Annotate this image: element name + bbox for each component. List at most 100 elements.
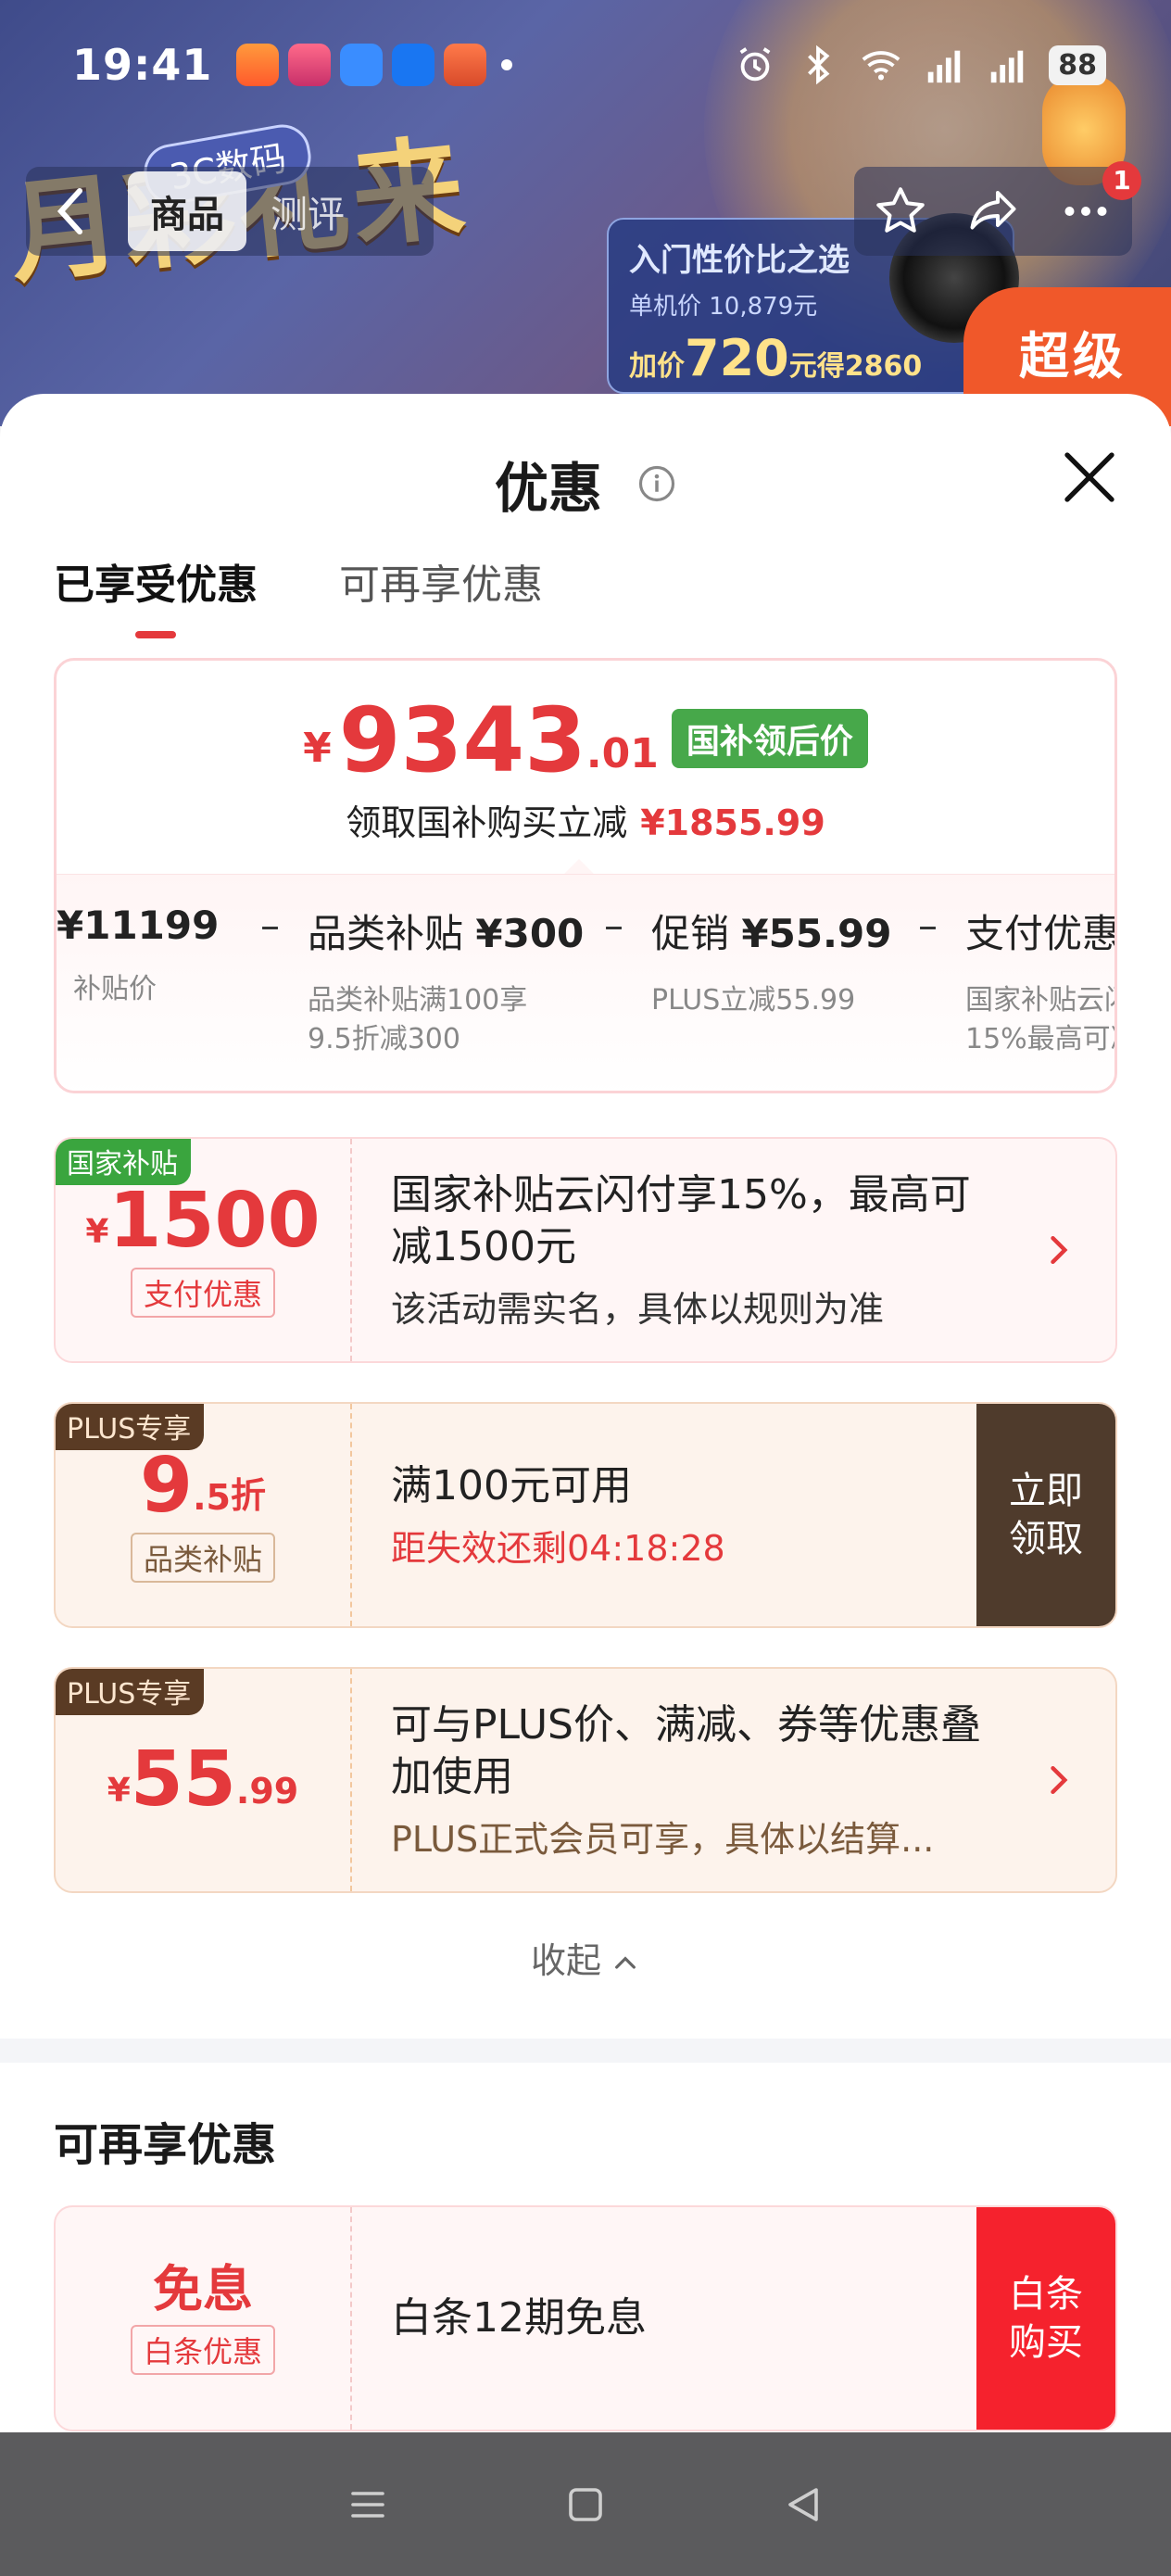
price-reduction-line: 领取国补购买立减 ¥1855.99 (57, 794, 1114, 845)
coupon-details: 满100元可用 距失效还剩04:18:28 (391, 1404, 958, 1626)
more-notifications-dot (501, 59, 513, 70)
section-divider (0, 2039, 1171, 2063)
chevron-right-icon[interactable] (1038, 1760, 1078, 1800)
minus-sign: – (260, 903, 280, 948)
price-summary-top: ¥ 9343 .01 国补领后价 领取国补购买立减 ¥1855.99 (57, 661, 1114, 874)
breakdown-sub: 品类补贴满100享9.5折减300 (308, 984, 528, 1055)
tab-more-discounts[interactable]: 可再享优惠 (339, 551, 543, 611)
sheet-title-text: 优惠 (494, 457, 602, 520)
discount-tabs: 已享受优惠 可再享优惠 (54, 551, 543, 638)
coupon-left: 免息 白条优惠 (56, 2207, 352, 2430)
coupon-amount: 9.5 折 (140, 1442, 266, 1530)
breakdown-item-category: 品类补贴 ¥300 品类补贴满100享9.5折减300 (308, 903, 585, 1059)
coupon-countdown: 距失效还剩04:18:28 (391, 1527, 725, 1569)
final-price: ¥ 9343 .01 国补领后价 (57, 696, 1114, 785)
coupon-title: 可与PLUS价、满减、券等优惠叠加使用 (391, 1700, 981, 1800)
breakdown-sub: 国家补贴云闪付享15%最高可减1500 (965, 984, 1114, 1055)
info-icon[interactable] (637, 464, 676, 503)
coupon-details: 国家补贴云闪付享15%，最高可减1500元 该活动需实名，具体以规则为准 (391, 1139, 1004, 1361)
coupon-title: 国家补贴云闪付享15%，最高可减1500元 (391, 1170, 971, 1270)
price-integer: 9343 (338, 688, 586, 792)
battery-level: 88 (1049, 44, 1106, 85)
home-square-icon[interactable] (563, 2482, 608, 2527)
breakdown-sub: PLUS立减55.99 (651, 984, 856, 1017)
coupon-left: ¥55.99 (56, 1669, 352, 1891)
chevron-up-icon (615, 1955, 636, 1969)
chevron-right-icon[interactable] (1038, 1230, 1078, 1270)
coupon-details: 白条12期免息 (391, 2207, 958, 2430)
cloud-app-icon (340, 44, 384, 86)
price-tag-badge: 国补领后价 (671, 709, 868, 768)
coupon-type-label: 支付优惠 (130, 1268, 275, 1318)
system-navigation-bar (0, 2432, 1171, 2576)
notification-app-icons (236, 44, 487, 86)
coupon-title: 满100元可用 (391, 1461, 632, 1509)
game-app-icon (288, 44, 332, 86)
coupon-type-label: 品类补贴 (130, 1533, 275, 1583)
nav-left-group: 商品 测评 (26, 167, 434, 256)
video-app-icon (236, 44, 280, 86)
signal-icon-2 (991, 50, 1024, 83)
tab-review[interactable]: 测评 (271, 184, 345, 238)
breakdown-item-subsidy-price: ¥11199 补贴价 (57, 903, 233, 1009)
breakdown-sub: 补贴价 (73, 973, 157, 1005)
banner-camera-line3-suffix: 元得2860 (788, 350, 923, 383)
more-discounts-title: 可再享优惠 (54, 2119, 277, 2171)
banner-camera-line3-prefix: 加价 (629, 350, 685, 383)
coupon-amount: ¥55.99 (107, 1736, 299, 1824)
back-triangle-icon[interactable] (781, 2482, 825, 2527)
share-icon[interactable] (965, 183, 1021, 239)
price-reduction-amount: ¥1855.99 (640, 802, 825, 843)
coupon-plus-discount[interactable]: PLUS专享 ¥55.99 可与PLUS价、满减、券等优惠叠加使用 PLUS正式… (54, 1667, 1117, 1893)
coupon-national-subsidy[interactable]: 国家补贴 ¥1500 支付优惠 国家补贴云闪付享15%，最高可减1500元 该活… (54, 1137, 1117, 1363)
banner-camera-line3-big: 720 (685, 329, 789, 387)
collapse-label: 收起 (530, 1940, 601, 1981)
price-currency: ¥ (303, 725, 332, 772)
price-summary-card: ¥ 9343 .01 国补领后价 领取国补购买立减 ¥1855.99 ¥11199… (54, 658, 1117, 1093)
breakdown-value: 品类补贴 ¥300 (308, 911, 585, 956)
alarm-icon (739, 47, 771, 82)
breakdown-value: 支付优惠 (965, 911, 1117, 956)
baitiao-buy-button[interactable]: 白条 购买 (976, 2207, 1115, 2430)
chevron-left-icon (57, 188, 82, 234)
breakdown-item-promotion: 促销 ¥55.99 PLUS立减55.99 (651, 903, 892, 1020)
back-button[interactable] (26, 167, 115, 256)
product-navbar: 商品 测评 1 (26, 161, 1141, 256)
sheet-title: 优惠 (0, 445, 1171, 523)
price-decimal: .01 (586, 730, 659, 777)
claim-now-button[interactable]: 立即 领取 (976, 1404, 1115, 1626)
breakdown-row: ¥11199 补贴价 – 品类补贴 ¥300 品类补贴满100享9.5折减300… (57, 903, 1117, 1059)
menu-icon[interactable] (346, 2482, 390, 2527)
flag-app-icon (392, 44, 435, 86)
coupon-left: ¥1500 支付优惠 (56, 1139, 352, 1361)
breakdown-value: 促销 ¥55.99 (651, 911, 892, 956)
coupon-left: 9.5 折 品类补贴 (56, 1404, 352, 1626)
coupon-title: 白条12期免息 (391, 2294, 647, 2342)
tab-enjoyed-discounts[interactable]: 已享受优惠 (54, 551, 258, 638)
star-favorite-icon[interactable] (873, 183, 928, 239)
coupon-amount: 免息 (153, 2260, 253, 2318)
coupon-type-label: 白条优惠 (130, 2325, 275, 2375)
discount-sheet: 优惠 已享受优惠 可再享优惠 ¥ 9343 .01 国补领后价 领取国补购买立减… (0, 394, 1171, 2451)
minus-sign: – (918, 903, 938, 948)
dog-app-icon (444, 44, 487, 86)
breakdown-item-payment: 支付优惠 国家补贴云闪付享15%最高可减1500 (965, 903, 1117, 1059)
tab-goods[interactable]: 商品 (128, 171, 246, 251)
notification-badge: 1 (1102, 161, 1141, 200)
status-bar: 19:41 88 (0, 0, 1171, 130)
nav-right-group: 1 (854, 161, 1141, 256)
coupon-desc: 该活动需实名，具体以规则为准 (391, 1288, 885, 1330)
bluetooth-icon (808, 44, 830, 85)
coupon-plus-category: PLUS专享 9.5 折 品类补贴 满100元可用 距失效还剩04:18:28 立… (54, 1402, 1117, 1628)
coupon-details: 可与PLUS价、满减、券等优惠叠加使用 PLUS正式会员可享，具体以结算... (391, 1669, 1004, 1891)
status-right-icons: 88 (734, 44, 1106, 86)
status-time: 19:41 (72, 40, 213, 90)
coupon-desc: PLUS正式会员可享，具体以结算... (391, 1818, 935, 1860)
wifi-icon (862, 51, 900, 81)
signal-icon-1 (928, 50, 961, 83)
close-icon[interactable] (1060, 448, 1119, 507)
price-breakdown: ¥11199 补贴价 – 品类补贴 ¥300 品类补贴满100享9.5折减300… (57, 874, 1117, 1091)
minus-sign: – (604, 903, 623, 948)
collapse-button[interactable]: 收起 (0, 1932, 1171, 1983)
breakdown-value: ¥11199 (57, 903, 220, 948)
